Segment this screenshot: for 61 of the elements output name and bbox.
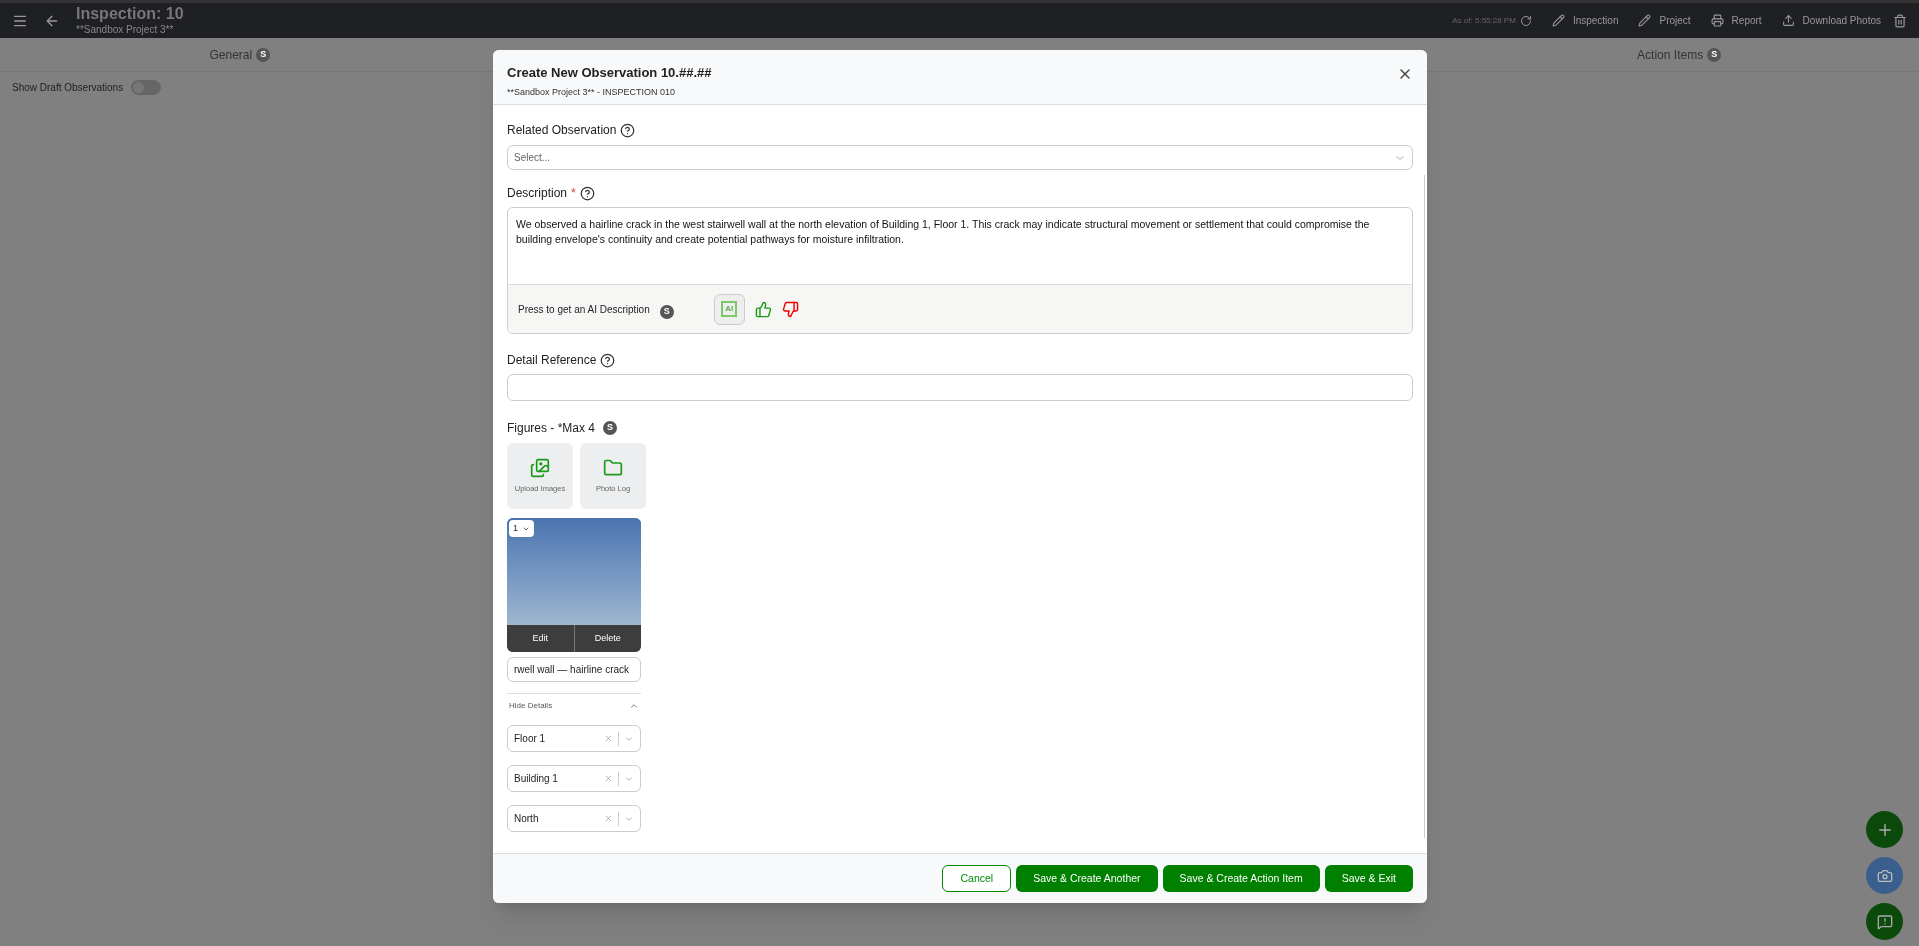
toggle-label: Show Draft Observations xyxy=(12,81,124,95)
toolbar-button[interactable]: Download Photos xyxy=(1781,13,1881,28)
clear-icon[interactable] xyxy=(604,814,613,823)
ai-prompt-label: Press to get an AI Description xyxy=(518,302,650,317)
last-updated-time: As of: 5:55:28 PM xyxy=(1452,14,1516,27)
camera-icon xyxy=(1876,867,1893,884)
thumbs-down-icon[interactable] xyxy=(781,300,799,318)
feedback-button[interactable] xyxy=(1866,903,1903,940)
footer-button[interactable]: Save & Create Action Item xyxy=(1162,865,1320,892)
delete-button[interactable]: Delete xyxy=(574,625,641,652)
edit-button[interactable]: Edit xyxy=(507,625,575,652)
toolbar-button[interactable]: Project xyxy=(1638,13,1691,28)
feedback-icon xyxy=(1876,913,1893,930)
add-button[interactable] xyxy=(1866,811,1903,848)
caption-field[interactable]: rwell wall — hairline crack xyxy=(507,657,641,682)
detail-reference-field[interactable] xyxy=(507,374,1413,401)
tag-select[interactable]: North xyxy=(507,805,641,832)
page-title: Inspection: 10 xyxy=(76,4,184,25)
trash-icon[interactable] xyxy=(1893,13,1907,28)
count-badge: S xyxy=(603,421,618,435)
modal-subtitle: **Sandbox Project 3** - INSPECTION 010 xyxy=(507,85,677,99)
tab[interactable]: General S xyxy=(0,38,480,71)
project-name: **Sandbox Project 3** xyxy=(76,24,175,37)
tag-select[interactable]: Floor 1 xyxy=(507,725,641,752)
footer-button[interactable]: Save & Create Another xyxy=(1016,865,1158,892)
field-label: Detail Reference xyxy=(507,352,597,369)
description-field[interactable] xyxy=(507,207,1413,334)
toolbar-button[interactable]: Inspection xyxy=(1551,13,1619,28)
field-label: Figures - *Max 4 xyxy=(507,420,596,437)
thumbs-up-icon[interactable] xyxy=(754,300,772,318)
tag-select[interactable]: Building 1 xyxy=(507,765,641,792)
order-select[interactable]: 1 xyxy=(509,520,534,537)
pencil-icon xyxy=(1638,14,1652,27)
field-label: Description xyxy=(507,185,568,202)
footer-button[interactable]: Cancel xyxy=(942,865,1012,892)
description-text: We observed a hairline crack in the west stairwell wall at the north elevation of Building 1, Floor 1. This crack may indicate structural movement or settlement that could compromise the building envelope's continuity and create potential pathways for moisture infiltration. xyxy=(515,217,1371,247)
modal-title: Create New Observation 10.##.## xyxy=(507,64,712,82)
toggle-switch[interactable] xyxy=(131,80,162,95)
refresh-icon[interactable] xyxy=(1519,14,1532,27)
share-icon xyxy=(1781,14,1795,27)
count-badge: S xyxy=(1707,47,1722,62)
help-icon[interactable] xyxy=(600,352,616,368)
details-toggle[interactable]: Hide Details xyxy=(509,700,553,712)
chevron-up-icon[interactable] xyxy=(629,701,639,711)
field-label: Related Observation xyxy=(507,122,617,139)
required-mark: * xyxy=(571,185,576,202)
clear-icon[interactable] xyxy=(604,774,613,783)
printer-icon xyxy=(1710,14,1724,27)
pencil-icon xyxy=(1551,14,1565,27)
help-icon[interactable] xyxy=(620,122,636,138)
clear-icon[interactable] xyxy=(604,734,613,743)
count-badge: S xyxy=(659,304,674,319)
select-field[interactable]: Select... xyxy=(507,145,1413,170)
folder-icon xyxy=(603,457,623,478)
camera-button[interactable] xyxy=(1866,857,1903,894)
footer-button[interactable]: Save & Exit xyxy=(1324,865,1413,892)
tab[interactable]: Action Items S xyxy=(1439,38,1919,71)
toolbar-button[interactable]: Report xyxy=(1710,13,1762,28)
help-icon[interactable] xyxy=(579,185,595,201)
count-badge: S xyxy=(256,47,271,62)
images-icon xyxy=(530,457,550,478)
